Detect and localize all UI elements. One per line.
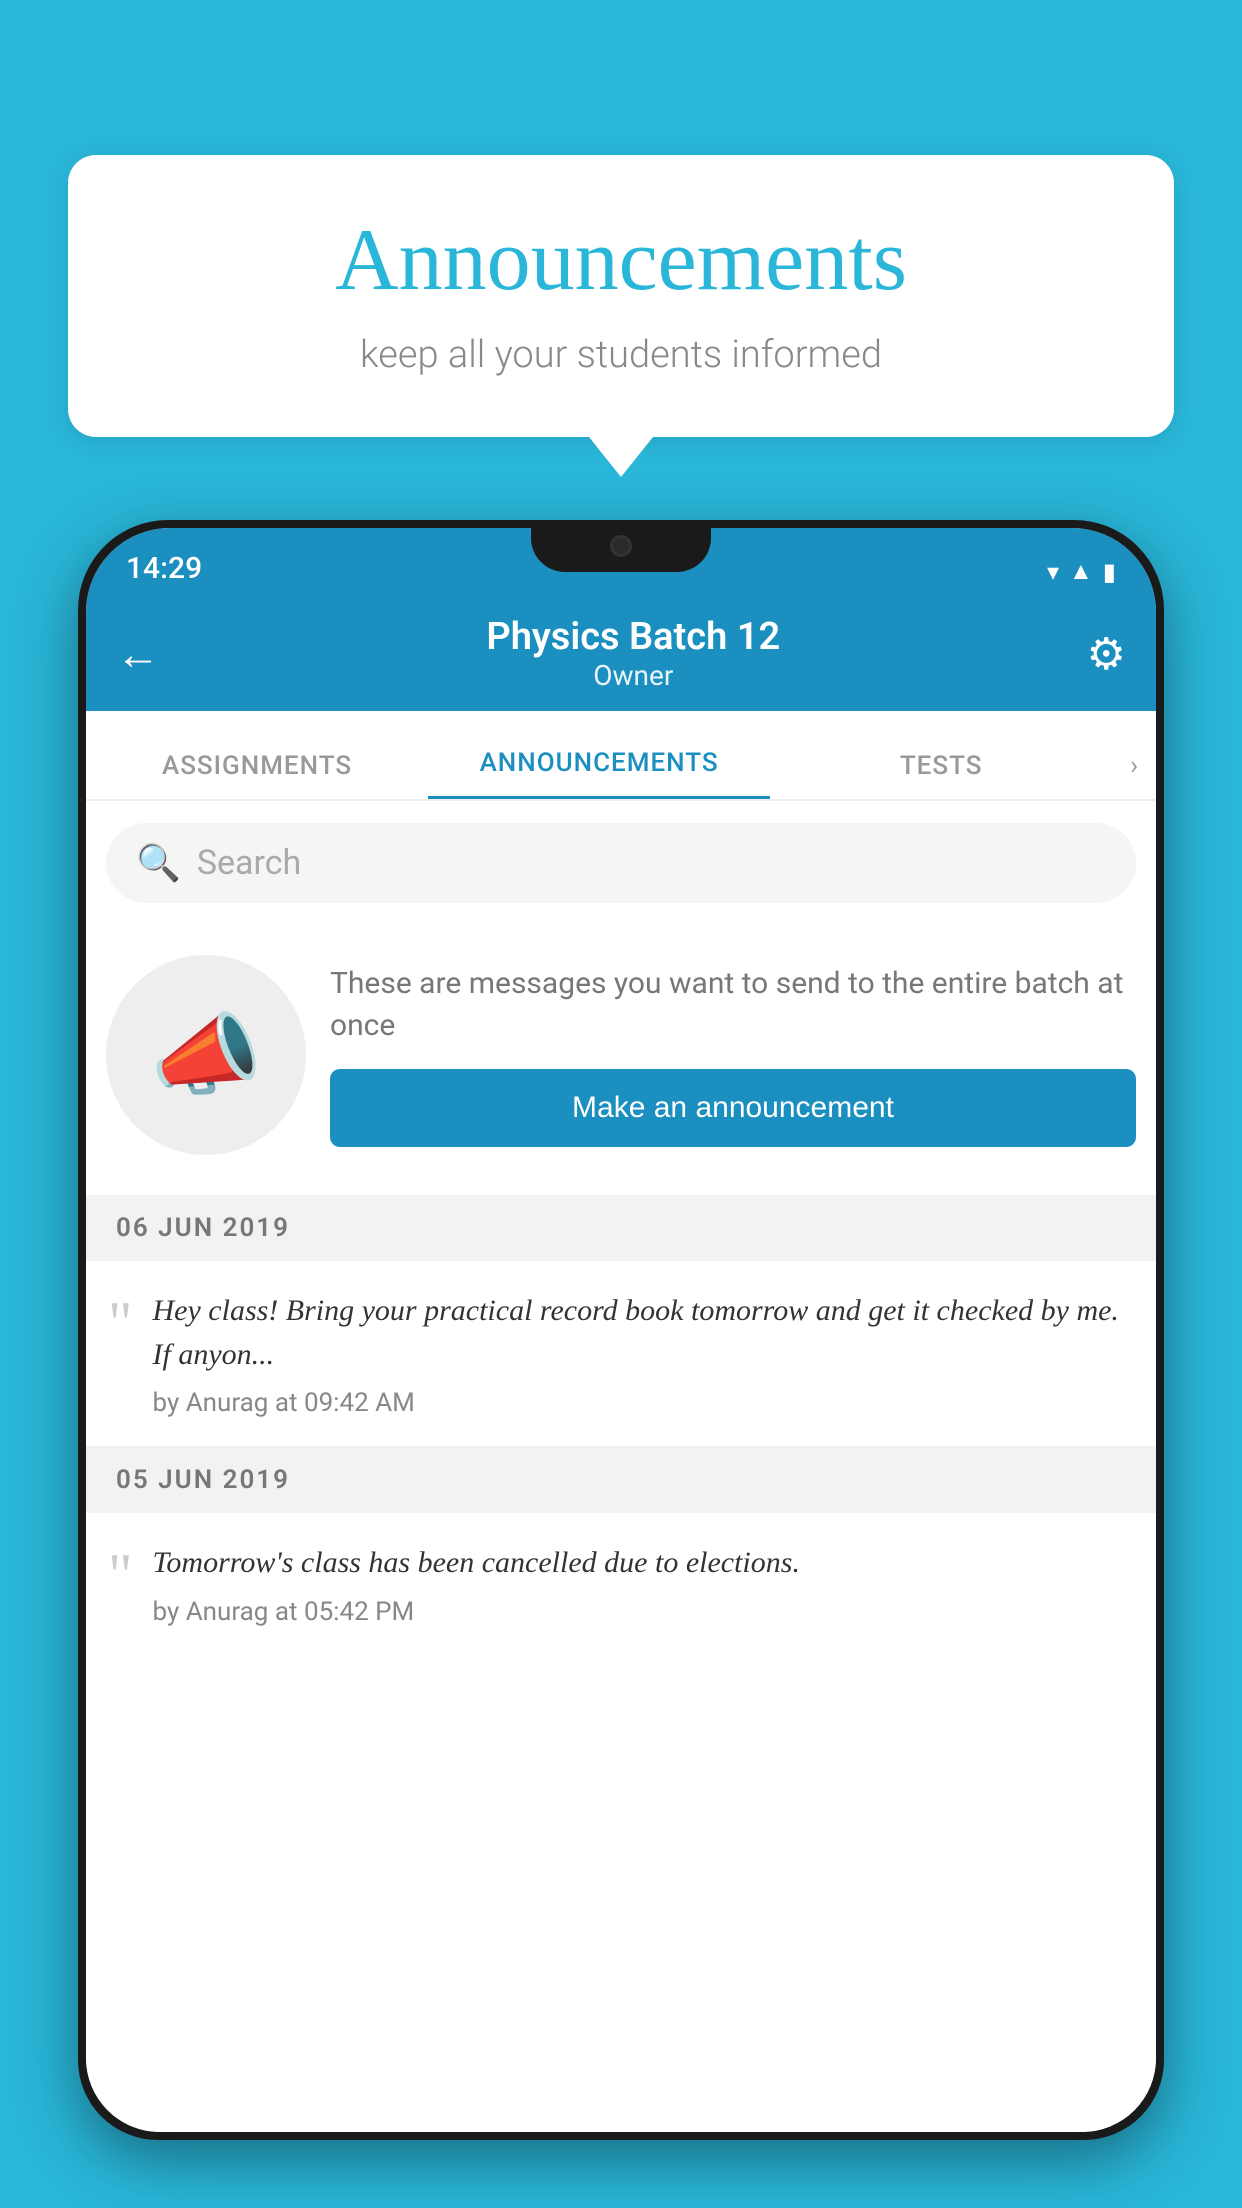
date-divider-1: 06 JUN 2019	[86, 1195, 1156, 1261]
announcement-text-2: Tomorrow's class has been cancelled due …	[153, 1541, 1135, 1585]
megaphone-icon: 📣	[150, 1003, 262, 1108]
status-time: 14:29	[126, 551, 202, 586]
phone-notch	[531, 520, 711, 572]
announcement-item-2[interactable]: " Tomorrow's class has been cancelled du…	[86, 1513, 1156, 1655]
wifi-icon: ▾	[1047, 558, 1059, 586]
tab-assignments[interactable]: ASSIGNMENTS	[86, 751, 428, 799]
phone-outer: 14:29 ▾ ▲ ▮ ← Physics Batch 12 Owner ⚙ A…	[78, 520, 1164, 2140]
app-bar: ← Physics Batch 12 Owner ⚙	[86, 596, 1156, 711]
app-bar-subtitle: Owner	[180, 659, 1087, 692]
tab-announcements[interactable]: ANNOUNCEMENTS	[428, 748, 770, 799]
announcement-promo: 📣 These are messages you want to send to…	[86, 925, 1156, 1195]
bubble-title: Announcements	[128, 210, 1114, 311]
announcement-content-2: Tomorrow's class has been cancelled due …	[153, 1541, 1135, 1627]
tabs: ASSIGNMENTS ANNOUNCEMENTS TESTS ›	[86, 711, 1156, 801]
battery-icon: ▮	[1103, 558, 1116, 586]
status-icons: ▾ ▲ ▮	[1047, 557, 1116, 586]
phone-screen: 14:29 ▾ ▲ ▮ ← Physics Batch 12 Owner ⚙ A…	[86, 528, 1156, 2132]
app-bar-title-area: Physics Batch 12 Owner	[180, 615, 1087, 692]
signal-icon: ▲	[1069, 557, 1093, 586]
promo-icon-circle: 📣	[106, 955, 306, 1155]
back-button[interactable]: ←	[116, 628, 160, 680]
announcement-meta-2: by Anurag at 05:42 PM	[153, 1597, 415, 1627]
date-divider-2: 05 JUN 2019	[86, 1447, 1156, 1513]
speech-bubble-arrow	[589, 437, 653, 477]
announcement-item-1[interactable]: " Hey class! Bring your practical record…	[86, 1261, 1156, 1447]
speech-bubble-section: Announcements keep all your students inf…	[68, 155, 1174, 477]
tab-more[interactable]: ›	[1112, 751, 1156, 799]
search-placeholder: Search	[197, 843, 301, 883]
speech-bubble: Announcements keep all your students inf…	[68, 155, 1174, 437]
search-bar[interactable]: 🔍 Search	[106, 823, 1136, 903]
quote-icon-1: "	[108, 1289, 133, 1418]
announcement-text-1: Hey class! Bring your practical record b…	[153, 1289, 1135, 1376]
search-icon: 🔍	[136, 842, 181, 884]
notch-camera	[610, 535, 632, 557]
tab-tests[interactable]: TESTS	[770, 751, 1112, 799]
quote-icon-2: "	[108, 1541, 133, 1627]
app-bar-title: Physics Batch 12	[180, 615, 1087, 659]
make-announcement-button[interactable]: Make an announcement	[330, 1069, 1136, 1147]
content-area: 🔍 Search 📣 These are messages you want t…	[86, 801, 1156, 2132]
settings-button[interactable]: ⚙	[1087, 628, 1126, 680]
promo-description: These are messages you want to send to t…	[330, 963, 1136, 1047]
announcement-meta-1: by Anurag at 09:42 AM	[153, 1388, 415, 1418]
announcement-content-1: Hey class! Bring your practical record b…	[153, 1289, 1135, 1418]
promo-right: These are messages you want to send to t…	[330, 963, 1136, 1147]
phone-wrapper: 14:29 ▾ ▲ ▮ ← Physics Batch 12 Owner ⚙ A…	[78, 520, 1164, 2208]
bubble-subtitle: keep all your students informed	[128, 333, 1114, 377]
